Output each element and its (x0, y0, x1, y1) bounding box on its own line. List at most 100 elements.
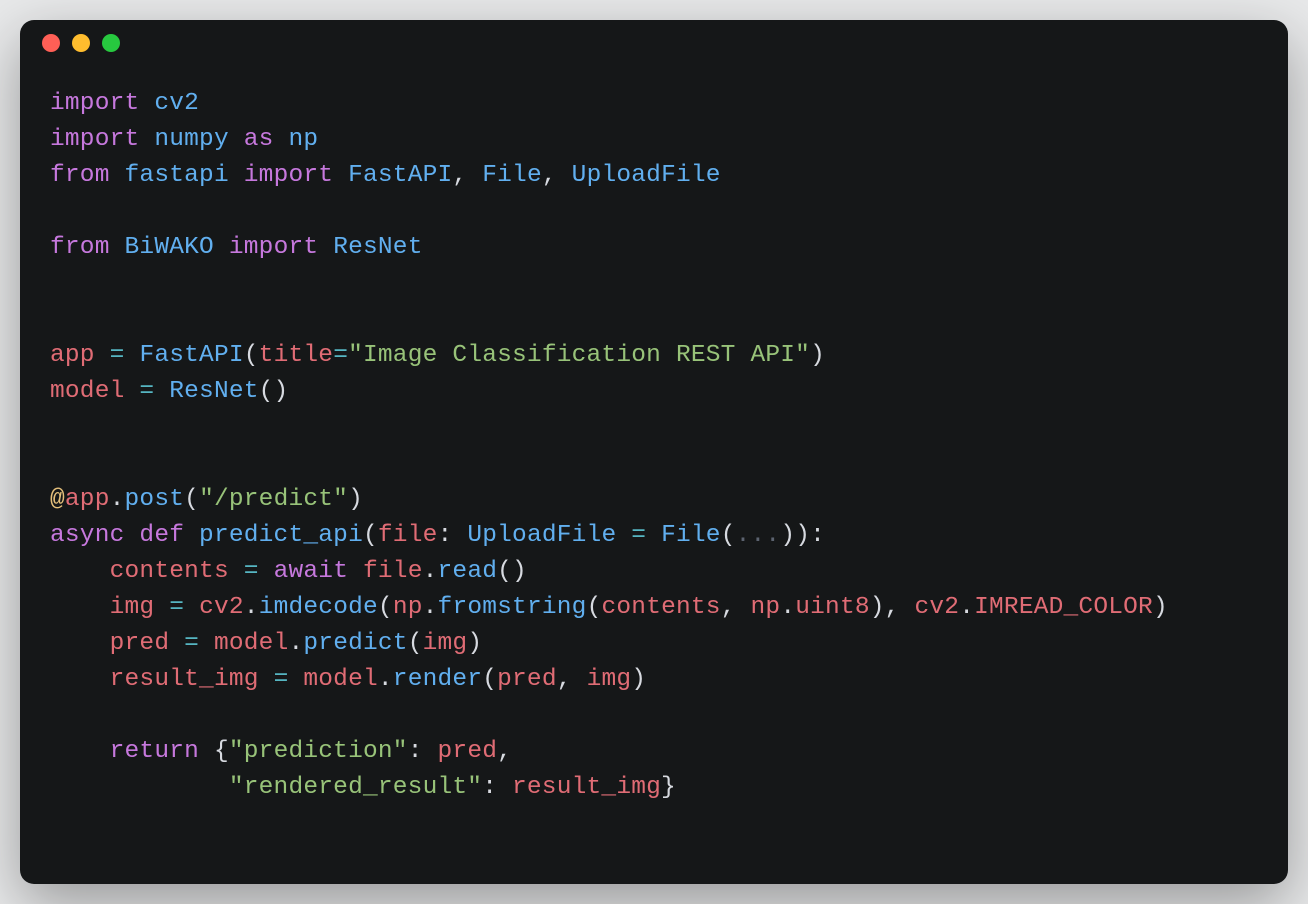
code-token: ) (631, 666, 646, 693)
code-token: ) (810, 342, 825, 369)
code-token (229, 126, 244, 153)
code-token: , (452, 162, 482, 189)
code-token (50, 558, 110, 585)
code-token (214, 234, 229, 261)
code-token: contents (110, 558, 229, 585)
code-token (184, 522, 199, 549)
code-token: np (751, 594, 781, 621)
code-token: uint8 (795, 594, 870, 621)
code-token: model (214, 630, 289, 657)
code-token: "prediction" (229, 738, 408, 765)
code-token (229, 558, 244, 585)
code-token: ( (721, 522, 736, 549)
code-token: File (661, 522, 721, 549)
code-token: import (229, 234, 318, 261)
code-token: pred (438, 738, 498, 765)
code-token: FastAPI (348, 162, 452, 189)
close-icon[interactable] (42, 34, 60, 52)
code-token: : (408, 738, 438, 765)
code-token: )) (780, 522, 810, 549)
code-token (139, 90, 154, 117)
code-token: ), (870, 594, 915, 621)
code-token: read (438, 558, 498, 585)
code-token: await (274, 558, 349, 585)
code-token (50, 738, 110, 765)
code-token (199, 738, 214, 765)
code-token: result_img (110, 666, 259, 693)
code-token: from (50, 162, 110, 189)
zoom-icon[interactable] (102, 34, 120, 52)
code-token: post (125, 486, 185, 513)
code-token: numpy (154, 126, 229, 153)
code-token: "Image Classification REST API" (348, 342, 810, 369)
code-token: ... (736, 522, 781, 549)
code-content: import cv2 import numpy as np from fasta… (20, 66, 1288, 836)
code-token (125, 378, 140, 405)
code-token: UploadFile (467, 522, 616, 549)
window-titlebar (20, 20, 1288, 66)
code-token (110, 162, 125, 189)
code-token (110, 234, 125, 261)
code-token: , (721, 594, 751, 621)
code-token: = (139, 378, 154, 405)
code-token (199, 630, 214, 657)
code-token: FastAPI (139, 342, 243, 369)
code-token: . (423, 558, 438, 585)
code-token: cv2 (914, 594, 959, 621)
code-token: = (110, 342, 125, 369)
code-token: = (184, 630, 199, 657)
code-token (125, 342, 140, 369)
code-token: app (65, 486, 110, 513)
code-token: "rendered_result" (229, 774, 482, 801)
code-token: model (50, 378, 125, 405)
code-token: ( (244, 342, 259, 369)
code-token: ( (482, 666, 497, 693)
code-token (125, 522, 140, 549)
code-token: img (423, 630, 468, 657)
code-token: from (50, 234, 110, 261)
code-token: ( (408, 630, 423, 657)
code-token (333, 162, 348, 189)
code-token: . (244, 594, 259, 621)
code-token: ResNet (333, 234, 422, 261)
code-token: } (661, 774, 676, 801)
code-token: , (497, 738, 512, 765)
code-token (646, 522, 661, 549)
code-token: = (244, 558, 259, 585)
code-token: imdecode (259, 594, 378, 621)
code-token: cv2 (154, 90, 199, 117)
code-token (259, 558, 274, 585)
code-token: cv2 (199, 594, 244, 621)
code-token: ) (348, 486, 363, 513)
code-token (50, 630, 110, 657)
code-token: import (50, 90, 139, 117)
code-token (50, 666, 110, 693)
code-token: , (542, 162, 572, 189)
code-token: ( (587, 594, 602, 621)
code-token: File (482, 162, 542, 189)
code-token: title (259, 342, 334, 369)
code-token: async (50, 522, 125, 549)
code-token: : (482, 774, 512, 801)
code-token: as (244, 126, 274, 153)
code-token (154, 594, 169, 621)
code-token (274, 126, 289, 153)
code-token (288, 666, 303, 693)
code-token: import (244, 162, 333, 189)
code-token: . (110, 486, 125, 513)
code-token (50, 594, 110, 621)
code-token (259, 666, 274, 693)
code-token: BiWAKO (125, 234, 214, 261)
code-token (169, 630, 184, 657)
code-token: predict_api (199, 522, 363, 549)
code-token: @ (50, 486, 65, 513)
code-window: import cv2 import numpy as np from fasta… (20, 20, 1288, 884)
code-token: () (497, 558, 527, 585)
code-token: UploadFile (572, 162, 721, 189)
code-token: pred (497, 666, 557, 693)
code-token: fastapi (125, 162, 229, 189)
minimize-icon[interactable] (72, 34, 90, 52)
code-token: () (259, 378, 289, 405)
code-token: { (214, 738, 229, 765)
code-token (139, 126, 154, 153)
